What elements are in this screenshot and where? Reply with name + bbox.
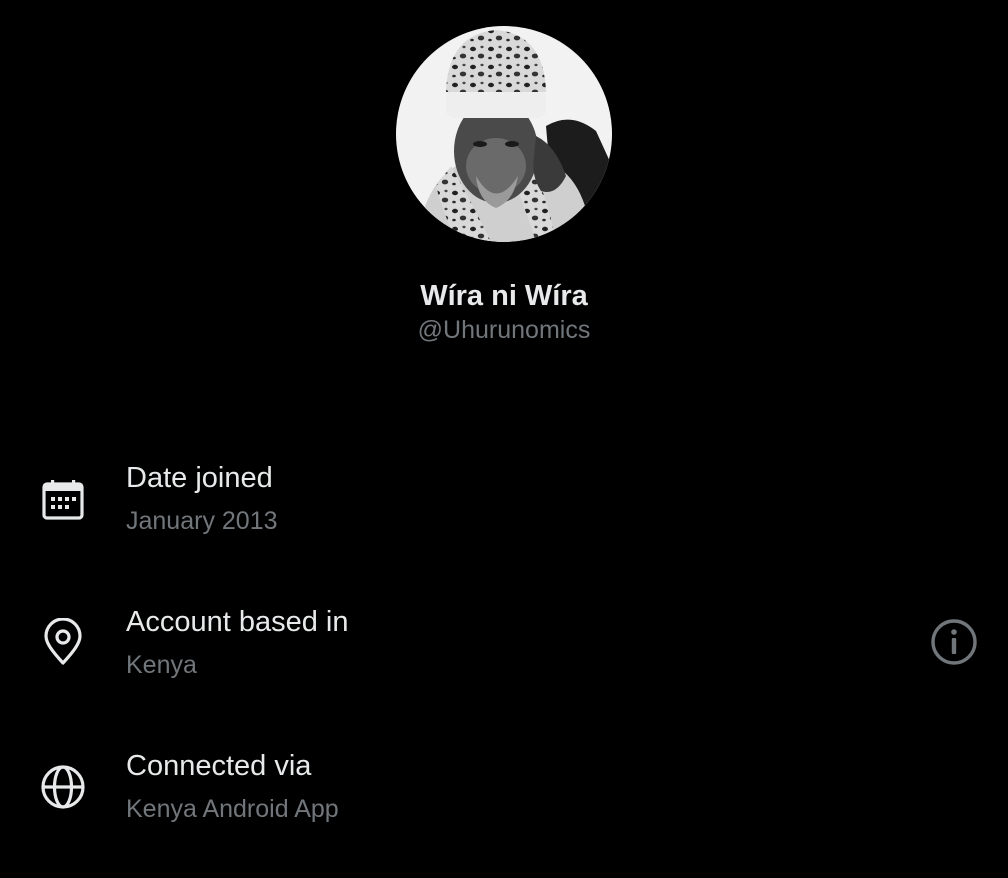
connected-via-label: Connected via xyxy=(126,750,312,782)
location-pin-icon xyxy=(38,618,88,668)
connected-via-row: Connected via Kenya Android App xyxy=(0,744,1008,854)
date-joined-row: Date joined January 2013 xyxy=(0,456,1008,566)
avatar[interactable] xyxy=(396,26,612,242)
calendar-icon xyxy=(38,476,88,526)
account-based-in-row: Account based in Kenya xyxy=(0,600,1008,710)
date-joined-label: Date joined xyxy=(126,462,273,494)
account-based-in-label: Account based in xyxy=(126,606,349,638)
connected-via-value: Kenya Android App xyxy=(126,795,339,823)
profile-photo xyxy=(396,26,612,242)
username-handle: @Uhurunomics xyxy=(417,316,591,344)
account-based-in-value: Kenya xyxy=(126,651,197,679)
date-joined-value: January 2013 xyxy=(126,507,278,535)
info-icon[interactable] xyxy=(928,616,980,668)
globe-icon xyxy=(38,762,88,812)
display-name: Wíra ni Wíra xyxy=(420,280,588,312)
